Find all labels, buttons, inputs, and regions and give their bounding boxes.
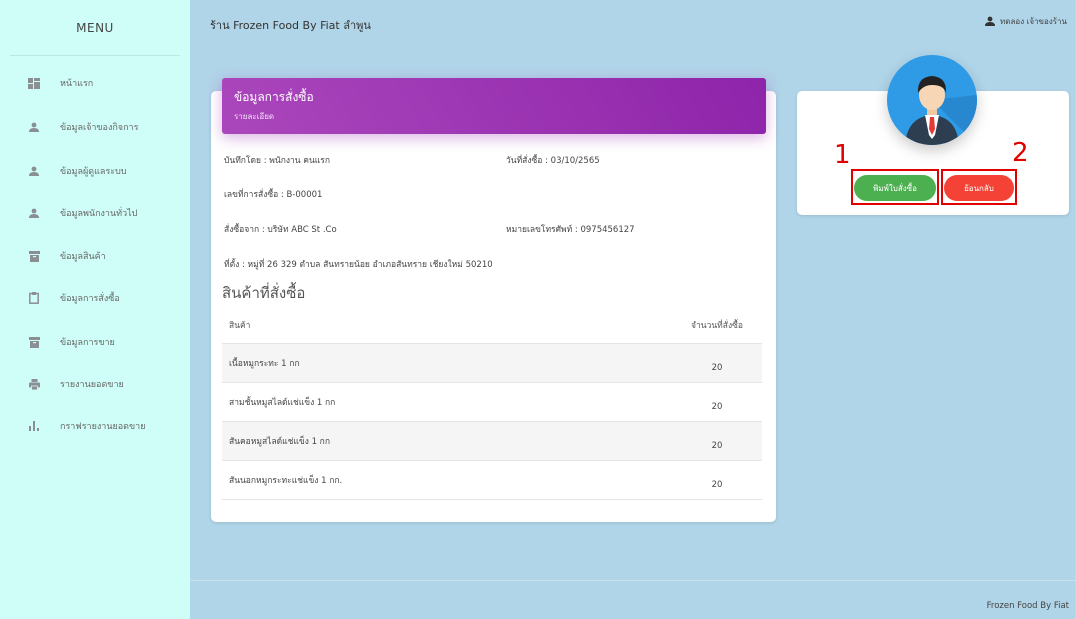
clipboard-icon — [28, 292, 40, 304]
archive-icon — [28, 336, 40, 348]
ordered-products-title: สินค้าที่สั่งซื้อ — [222, 284, 306, 302]
dashboard-icon — [28, 77, 40, 89]
annotation-number-2: 2 — [1012, 138, 1029, 168]
person-icon — [985, 16, 996, 28]
table-header: สินค้า จำนวนที่สั่งซื้อ — [222, 306, 762, 344]
order-card-subtitle: รายละเอียด — [234, 112, 275, 121]
sidebar-item-label: ข้อมูลพนักงานทั่วไป — [60, 209, 138, 219]
sidebar-item-label: ข้อมูลการขาย — [60, 338, 115, 348]
avatar — [887, 55, 977, 145]
product-name: สันนอกหมูกระทะแช่แข็ง 1 กก. — [229, 476, 343, 486]
sidebar-item-sales-chart[interactable]: กราฟรายงานยอดขาย — [0, 413, 190, 439]
sidebar-item-admin[interactable]: ข้อมูลผู้ดูแลระบบ — [0, 158, 190, 184]
sidebar: MENU หน้าแรก ข้อมูลเจ้าของกิจการ ข้อมูลผ… — [0, 0, 190, 619]
annotation-box-2 — [941, 169, 1017, 205]
sidebar-item-orders[interactable]: ข้อมูลการสั่งซื้อ — [0, 285, 190, 311]
person-icon — [28, 121, 40, 133]
menu-title: MENU — [10, 0, 180, 56]
sidebar-item-label: รายงานยอดขาย — [60, 380, 124, 390]
person-icon — [28, 165, 40, 177]
annotation-box-1 — [851, 169, 939, 205]
user-menu[interactable]: ทดลอง เจ้าของร้าน — [985, 15, 1067, 28]
sidebar-item-label: ข้อมูลการสั่งซื้อ — [60, 294, 120, 304]
product-quantity: 20 — [711, 480, 723, 490]
product-quantity: 20 — [711, 363, 723, 373]
order-number: เลขที่การสั่งซื้อ : B-00001 — [224, 190, 323, 200]
sidebar-item-home[interactable]: หน้าแรก — [0, 70, 190, 96]
bar-chart-icon — [28, 420, 40, 432]
footer-text: Frozen Food By Fiat — [986, 601, 1069, 611]
order-date: วันที่สั่งซื้อ : 03/10/2565 — [506, 156, 600, 166]
sidebar-item-products[interactable]: ข้อมูลสินค้า — [0, 243, 190, 269]
sidebar-item-label: ข้อมูลสินค้า — [60, 252, 106, 262]
column-header-product: สินค้า — [229, 320, 251, 331]
recorded-by: บันทึกโดย : พนักงาน คนแรก — [224, 156, 330, 166]
table-row: สันคอหมูสไลด์แช่แข็ง 1 กก 20 — [222, 422, 762, 461]
store-title: ร้าน Frozen Food By Fiat ลำพูน — [210, 19, 371, 32]
product-name: สันคอหมูสไลด์แช่แข็ง 1 กก — [229, 437, 330, 447]
sidebar-item-staff[interactable]: ข้อมูลพนักงานทั่วไป — [0, 200, 190, 226]
product-quantity: 20 — [711, 441, 723, 451]
sidebar-item-label: ข้อมูลเจ้าของกิจการ — [60, 123, 139, 133]
product-name: สามชั้นหมูสไลด์แช่แข็ง 1 กก — [229, 398, 336, 408]
person-icon — [28, 207, 40, 219]
annotation-number-1: 1 — [834, 140, 851, 170]
archive-icon — [28, 250, 40, 262]
sidebar-item-sales[interactable]: ข้อมูลการขาย — [0, 329, 190, 355]
product-name: เนื้อหมูกระทะ 1 กก — [229, 359, 300, 369]
address: ที่ตั้ง : หมู่ที่ 26 329 ตำบล สันทรายน้อ… — [224, 260, 493, 270]
sidebar-item-sales-report[interactable]: รายงานยอดขาย — [0, 371, 190, 397]
ordered-from: สั่งซื้อจาก : บริษัท ABC St .Co — [224, 225, 337, 235]
businessman-avatar-icon — [905, 76, 977, 145]
order-card-title: ข้อมูลการสั่งซื้อ — [234, 90, 314, 104]
footer-divider — [190, 580, 1075, 581]
column-header-quantity: จำนวนที่สั่งซื้อ — [691, 320, 743, 331]
ordered-products-table: สินค้า จำนวนที่สั่งซื้อ เนื้อหมูกระทะ 1 … — [222, 306, 762, 500]
user-name: ทดลอง เจ้าของร้าน — [1000, 17, 1067, 26]
table-row: เนื้อหมูกระทะ 1 กก 20 — [222, 344, 762, 383]
phone-number: หมายเลขโทรศัพท์ : 0975456127 — [506, 225, 635, 235]
print-icon — [28, 378, 40, 390]
table-row: สามชั้นหมูสไลด์แช่แข็ง 1 กก 20 — [222, 383, 762, 422]
sidebar-item-label: ข้อมูลผู้ดูแลระบบ — [60, 167, 127, 177]
sidebar-item-owner[interactable]: ข้อมูลเจ้าของกิจการ — [0, 114, 190, 140]
order-card-header: ข้อมูลการสั่งซื้อ รายละเอียด — [222, 78, 766, 134]
sidebar-item-label: กราฟรายงานยอดขาย — [60, 422, 146, 432]
table-row: สันนอกหมูกระทะแช่แข็ง 1 กก. 20 — [222, 461, 762, 500]
sidebar-item-label: หน้าแรก — [60, 79, 94, 89]
product-quantity: 20 — [711, 402, 723, 412]
